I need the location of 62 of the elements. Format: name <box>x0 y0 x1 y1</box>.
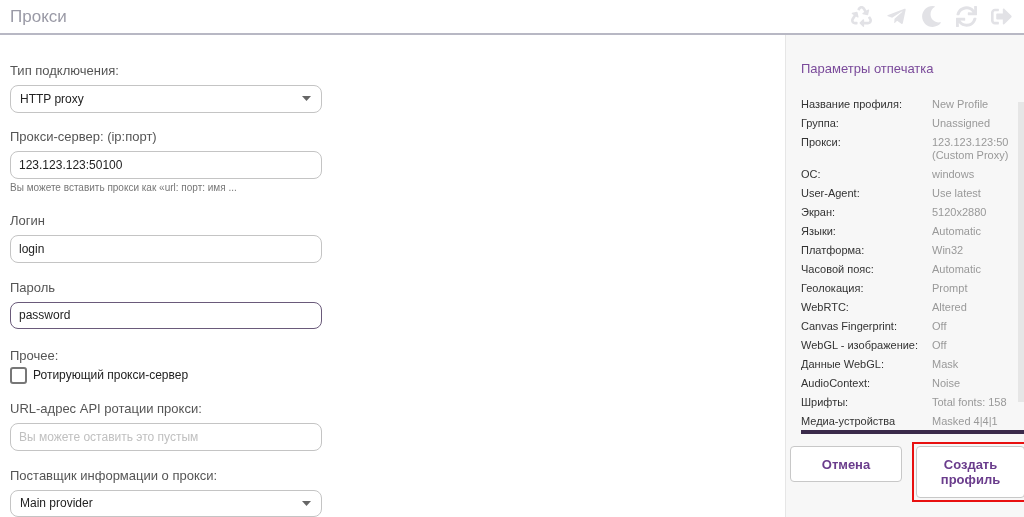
parameter-label: Геолокация: <box>801 282 865 295</box>
field-hint: Вы можете вставить прокси как «url: порт: имя ... <box>10 181 238 193</box>
parameter-value: Off <box>932 320 948 333</box>
field-label: Прочее: <box>10 347 60 363</box>
parameter-label: WebGL - изображение: <box>801 339 920 352</box>
parameter-value: Masked 4|4|1 <box>932 415 999 428</box>
parameter-label: Языки: <box>801 225 837 238</box>
parameter-label: ОС: <box>801 168 822 181</box>
parameter-value: Unassigned <box>932 117 992 130</box>
page-title: Прокси <box>10 6 67 27</box>
parameter-label: Платформа: <box>801 244 866 257</box>
parameter-label: Шрифты: <box>801 396 850 409</box>
moon-icon[interactable] <box>921 6 942 27</box>
parameter-label: Экран: <box>801 206 837 219</box>
proxy-server-field[interactable]: 123.123.123:50100 <box>10 151 322 179</box>
parameter-value: Noise <box>932 377 962 390</box>
checkbox-label[interactable]: Ротирующий прокси-сервер <box>33 368 189 383</box>
parameter-value: Use latest <box>932 187 982 200</box>
parameter-value: Automatic <box>932 225 982 238</box>
parameter-value: windows <box>932 168 976 181</box>
info-provider-select[interactable]: Main provider <box>10 489 322 517</box>
panel-title: Параметры отпечатка <box>800 60 935 76</box>
rotation-url-field[interactable]: Вы можете оставить это пустым <box>10 423 322 451</box>
field-label: Прокси-сервер: (ip:порт) <box>10 129 158 145</box>
parameter-label: Данные WebGL: <box>801 358 885 371</box>
parameter-label: User-Agent: <box>801 187 861 200</box>
caret-icon <box>302 96 311 102</box>
field-label: Пароль <box>10 279 57 295</box>
parameter-value: (Custom Proxy) <box>932 149 1010 162</box>
parameter-value: Mask <box>932 358 960 371</box>
parameter-label: Название профиля: <box>801 98 904 111</box>
parameter-value: Prompt <box>932 282 969 295</box>
logout-icon[interactable] <box>991 6 1012 27</box>
parameter-value: Altered <box>932 301 968 314</box>
parameter-value: Automatic <box>932 263 982 276</box>
field-label: URL-адрес API ротации прокси: <box>10 401 203 417</box>
password-field[interactable]: password <box>10 301 322 329</box>
parameter-label: Группа: <box>801 117 840 130</box>
connection-type-select[interactable]: HTTP proxy <box>10 85 322 113</box>
parameter-label: Canvas Fingerprint: <box>801 320 898 333</box>
parameter-label: Прокси: <box>801 136 842 150</box>
paper-plane-icon[interactable] <box>886 6 907 27</box>
refresh-icon[interactable] <box>956 6 977 27</box>
create-profile-button[interactable]: Создать профиль <box>916 446 1024 498</box>
parameter-value: Win32 <box>932 244 965 257</box>
field-label: Тип подключения: <box>10 63 120 78</box>
parameter-label: AudioContext: <box>801 377 872 390</box>
parameter-value: Off <box>932 339 948 352</box>
checkbox[interactable] <box>10 366 27 384</box>
parameter-label: Медиа-устройства <box>801 415 897 428</box>
parameter-value: 123.123.123:50 <box>932 136 1010 149</box>
login-field[interactable]: login <box>10 235 322 263</box>
parameter-label: WebRTC: <box>801 301 850 314</box>
parameter-label: Часовой пояс: <box>801 263 875 276</box>
cancel-button[interactable]: Отмена <box>790 446 902 482</box>
recycle-icon[interactable] <box>851 6 872 27</box>
caret-icon <box>302 500 311 506</box>
parameter-value: 5120x2880 <box>932 206 988 219</box>
field-label: Поставщик информации о прокси: <box>10 467 219 483</box>
field-label: Логин <box>10 213 46 229</box>
parameter-value: Total fonts: 158 <box>932 396 1008 409</box>
parameter-value: New Profile <box>932 98 990 111</box>
